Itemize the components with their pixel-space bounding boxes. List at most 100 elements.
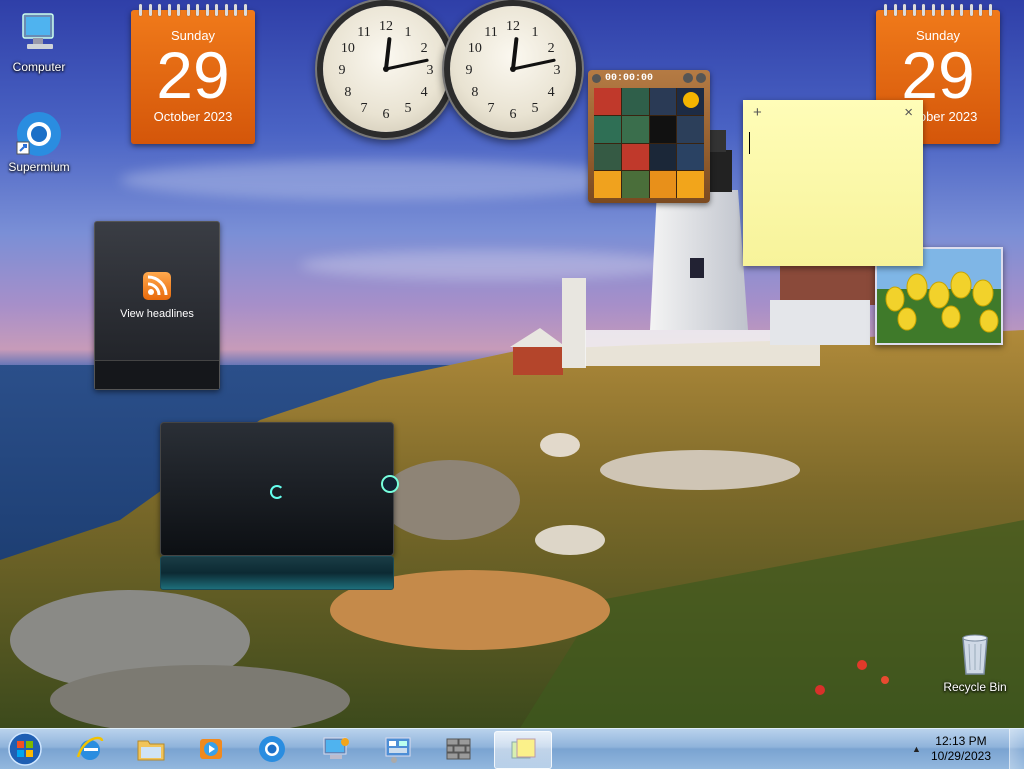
taskbar-windows-explorer[interactable] [123, 731, 179, 767]
calendar-rings [139, 4, 247, 16]
taskbar-supermium[interactable] [244, 731, 300, 767]
puzzle-tile[interactable] [677, 88, 704, 115]
media-screen [160, 422, 394, 556]
taskbar-date: 10/29/2023 [930, 749, 991, 763]
clock-center-pin [383, 66, 389, 72]
puzzle-grid [594, 88, 704, 198]
picture-puzzle-gadget[interactable]: 00:00:00 [588, 70, 710, 203]
clock-center-pin [510, 66, 516, 72]
show-hidden-icons-arrow[interactable]: ▲ [912, 744, 921, 754]
clock-numeral: 6 [510, 107, 517, 122]
desktop-icon-computer[interactable]: Computer [1, 10, 77, 74]
clock-numeral: 11 [357, 25, 370, 40]
clock-minute-hand [511, 58, 556, 71]
clock-numeral: 4 [421, 85, 428, 100]
puzzle-tile[interactable] [594, 88, 621, 115]
puzzle-tile[interactable] [621, 143, 649, 171]
clock-numeral: 8 [471, 85, 478, 100]
puzzle-tile[interactable] [649, 143, 677, 171]
feed-footer [95, 360, 219, 389]
puzzle-pause-icon[interactable] [592, 73, 601, 83]
note-close-button[interactable]: × [904, 104, 913, 121]
clock-numeral: 3 [554, 63, 561, 78]
clock-numeral: 2 [548, 41, 555, 56]
clock-numeral: 2 [421, 41, 428, 56]
puzzle-tile[interactable] [649, 171, 677, 198]
puzzle-tile[interactable] [621, 115, 649, 143]
puzzle-tile[interactable] [594, 171, 621, 198]
taskbar-firewall[interactable] [431, 731, 487, 767]
clock-face: 1234567891011 12 [339, 19, 434, 122]
puzzle-tile[interactable] [677, 115, 704, 143]
clock-hour-hand [511, 37, 519, 71]
puzzle-help-icon[interactable] [683, 73, 693, 83]
clock-minute-hand [384, 58, 429, 71]
control-panel-icon [385, 737, 411, 763]
puzzle-timer: 00:00:00 [605, 72, 654, 84]
taskbar-clock[interactable]: 12:13 PM 10/29/2023 [931, 734, 991, 764]
clock-numeral: 12 [379, 19, 393, 34]
puzzle-tile[interactable] [677, 143, 704, 171]
puzzle-tile[interactable] [621, 88, 649, 115]
media-controls-bar[interactable] [160, 556, 394, 590]
sticky-note-gadget[interactable]: + × [743, 100, 923, 266]
system-tray: ▲ 12:13 PM 10/29/2023 [912, 729, 1024, 769]
clock-numeral: 9 [339, 63, 346, 78]
clock-numeral: 9 [466, 63, 473, 78]
puzzle-tile[interactable] [677, 171, 704, 198]
clock-numeral: 1 [532, 25, 539, 40]
show-desktop-button[interactable] [1009, 729, 1024, 769]
desktop-icon-supermium[interactable]: Supermium [1, 110, 77, 174]
clock-gadget[interactable]: 1 2 3 4 5 6 7 8 9 10 11 12 [450, 6, 576, 132]
puzzle-tile[interactable] [621, 171, 649, 198]
clock-numeral: 6 [383, 107, 390, 122]
clock-numeral: 5 [532, 101, 539, 116]
clock-numeral: 10 [341, 41, 355, 56]
clock-hour-hand [384, 37, 392, 71]
puzzle-tile[interactable] [649, 115, 677, 143]
recycle-bin-icon [951, 630, 999, 678]
feed-headlines-gadget[interactable]: View headlines [94, 221, 220, 390]
clock-numeral: 12 [506, 19, 520, 34]
folder-icon [137, 740, 165, 761]
puzzle-tile[interactable] [649, 88, 677, 115]
desktop-icon-label: Computer [12, 60, 66, 74]
supermium-icon [259, 736, 285, 762]
calendar-rings [884, 4, 992, 16]
computer-icon [15, 10, 63, 58]
start-button[interactable] [3, 730, 47, 768]
note-add-button[interactable]: + [753, 104, 762, 121]
internet-explorer-icon [76, 736, 104, 760]
calendar-day: 29 [901, 38, 975, 112]
firewall-icon [446, 738, 471, 760]
clock-numeral: 10 [468, 41, 482, 56]
taskbar-control-panel[interactable] [370, 731, 426, 767]
sticky-notes-icon [511, 738, 536, 759]
taskbar-internet-explorer[interactable] [62, 731, 118, 767]
windows-logo-icon [8, 732, 42, 766]
taskbar-sticky-notes[interactable] [494, 731, 552, 769]
computer-management-icon [323, 737, 349, 759]
clock-numeral: 5 [405, 101, 412, 116]
media-gadget[interactable] [160, 422, 399, 590]
taskbar-computer[interactable] [308, 731, 364, 767]
clock-numeral: 1 [405, 25, 412, 40]
taskbar-media-player[interactable] [183, 731, 239, 767]
calendar-day: 29 [156, 38, 230, 112]
puzzle-solve-icon[interactable] [696, 73, 706, 83]
rss-icon [143, 272, 171, 300]
desktop-icon-recycle-bin[interactable]: Recycle Bin [937, 630, 1013, 694]
loading-spinner-icon [270, 485, 284, 499]
calendar-gadget[interactable]: Sunday 29 October 2023 [131, 4, 255, 144]
desktop-icon-label: Supermium [8, 160, 70, 174]
media-side-button[interactable] [381, 475, 399, 493]
note-text-area[interactable] [749, 132, 917, 154]
view-headlines-link[interactable]: View headlines [95, 308, 219, 320]
clock-numeral: 7 [361, 101, 368, 116]
taskbar: ▲ 12:13 PM 10/29/2023 [0, 728, 1024, 769]
clock-gadget[interactable]: 1 2 3 4 5 6 7 8 9 10 11 12 [323, 6, 449, 132]
puzzle-tile[interactable] [594, 143, 621, 171]
puzzle-tile[interactable] [594, 115, 621, 143]
taskbar-time: 12:13 PM [935, 734, 987, 748]
supermium-icon [15, 110, 63, 158]
